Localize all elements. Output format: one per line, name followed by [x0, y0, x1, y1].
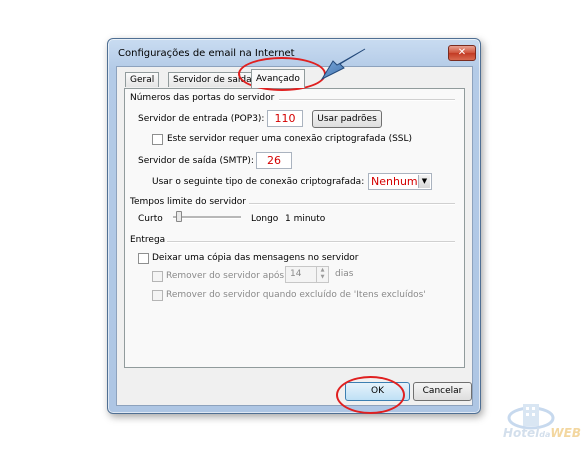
watermark-text-web: WEB: [550, 426, 581, 440]
use-defaults-button[interactable]: Usar padrões: [312, 110, 382, 128]
watermark-text-hotel: Hotel: [503, 426, 540, 440]
watermark-text-da: da: [539, 430, 551, 439]
outgoing-port-input[interactable]: 26: [256, 152, 292, 169]
outgoing-port-label: Servidor de saída (SMTP):: [138, 156, 254, 166]
leave-copy-label: Deixar uma cópia das mensagens no servid…: [152, 253, 359, 263]
encryption-type-value: Nenhum: [371, 175, 418, 188]
remove-after-days-value: 14: [290, 269, 302, 279]
delivery-group-label: Entrega: [130, 235, 166, 245]
timeout-slider-track[interactable]: [173, 216, 241, 219]
tab-geral[interactable]: Geral: [125, 72, 160, 87]
days-label: dias: [335, 269, 354, 279]
timeouts-group-divider: [249, 203, 455, 205]
close-button[interactable]: ✕: [448, 45, 476, 61]
timeout-long-label: Longo: [251, 214, 279, 224]
incoming-port-label: Servidor de entrada (POP3):: [138, 114, 265, 124]
remove-after-checkbox[interactable]: [152, 271, 163, 282]
hotel-da-web-watermark-logo: HoteldaWEB: [501, 396, 585, 448]
remove-deleted-checkbox[interactable]: [152, 290, 163, 301]
dialog-client-area: Geral Servidor de saída Avançado Números…: [116, 66, 473, 406]
delivery-group-divider: [167, 241, 455, 243]
chevron-down-icon[interactable]: ▼: [418, 175, 430, 188]
spin-arrows-icon[interactable]: ▲ ▼: [316, 267, 328, 282]
timeouts-group-label: Tempos limite do servidor: [130, 197, 246, 207]
leave-copy-checkbox[interactable]: [138, 253, 149, 264]
dialog-window: Configurações de email na Internet ✕ Ger…: [107, 38, 481, 414]
timeout-short-label: Curto: [138, 214, 163, 224]
incoming-port-input[interactable]: 110: [267, 110, 303, 127]
remove-after-days-stepper[interactable]: 14 ▲ ▼: [285, 266, 329, 283]
encryption-type-label: Usar o seguinte tipo de conexão criptogr…: [152, 177, 365, 187]
ports-group-label: Números das portas do servidor: [130, 93, 275, 103]
timeout-value-label: 1 minuto: [285, 214, 326, 224]
annotation-arrow-icon: [320, 48, 366, 81]
ssl-checkbox-label: Este servidor requer uma conexão criptog…: [167, 134, 413, 144]
cancel-button[interactable]: Cancelar: [413, 382, 472, 401]
ssl-checkbox[interactable]: [152, 134, 163, 145]
ports-group-divider: [279, 99, 455, 101]
annotation-ellipse-ok-button: [336, 376, 405, 414]
encryption-type-select[interactable]: Nenhum ▼: [368, 173, 432, 190]
remove-deleted-label: Remover do servidor quando excluído de '…: [166, 290, 426, 300]
timeout-slider-thumb[interactable]: [176, 211, 182, 222]
tab-avancado[interactable]: Avançado: [251, 69, 305, 88]
remove-after-label: Remover do servidor após: [166, 271, 285, 281]
tab-panel-avancado: Números das portas do servidor Servidor …: [124, 88, 465, 368]
